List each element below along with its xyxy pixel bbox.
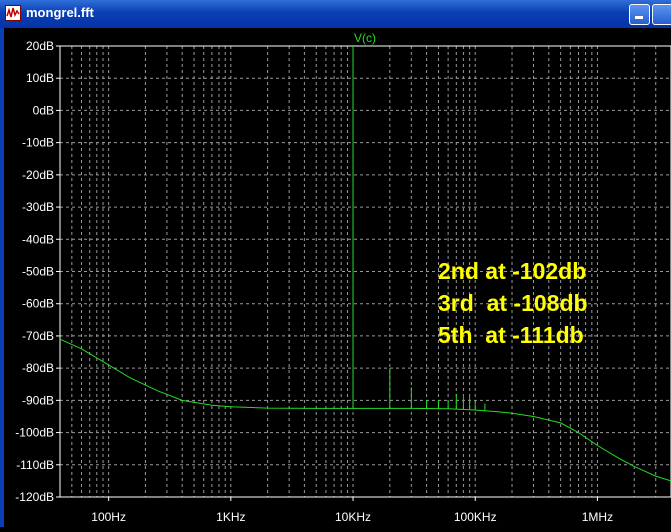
noise-floor-trace xyxy=(59,338,671,482)
y-tick-label: -120dB xyxy=(15,490,54,504)
annotation-5th: 5th at -111db xyxy=(438,322,584,348)
trace-legend[interactable]: V(c) xyxy=(354,31,376,45)
x-tick-label: 100Hz xyxy=(91,510,126,524)
y-tick-label: -40dB xyxy=(22,232,54,246)
waveform-icon xyxy=(5,5,21,21)
y-tick-label: -50dB xyxy=(22,265,54,279)
x-tick-label: 10KHz xyxy=(335,510,371,524)
window-title: mongrel.fft xyxy=(26,5,94,20)
maximize-button[interactable] xyxy=(652,4,671,25)
y-tick-label: -20dB xyxy=(22,168,54,182)
x-tick-label: 1MHz xyxy=(582,510,613,524)
y-tick-label: -80dB xyxy=(22,361,54,375)
y-tick-label: -100dB xyxy=(15,426,54,440)
title-bar: mongrel.fft xyxy=(0,0,671,28)
annotation-3rd: 3rd at -108db xyxy=(438,290,588,316)
x-tick-label: 100KHz xyxy=(454,510,497,524)
y-tick-label: -70dB xyxy=(22,329,54,343)
minimize-icon xyxy=(635,16,643,19)
y-tick-label: 0dB xyxy=(33,103,54,117)
x-tick-label: 1KHz xyxy=(216,510,245,524)
y-tick-label: -10dB xyxy=(22,136,54,150)
fft-chart[interactable]: 20dB 10dB 0dB -10dB -20dB -30dB -40dB -50dB -60d… xyxy=(0,28,671,527)
y-tick-label: -30dB xyxy=(22,200,54,214)
y-tick-label: -60dB xyxy=(22,297,54,311)
y-tick-label: 10dB xyxy=(26,71,54,85)
annotation-2nd: 2nd at -102db xyxy=(438,258,586,284)
minimize-button[interactable] xyxy=(629,4,650,25)
y-tick-label: -110dB xyxy=(16,458,54,472)
fft-plot-pane[interactable]: 20dB 10dB 0dB -10dB -20dB -30dB -40dB -50dB -60d… xyxy=(0,28,671,527)
y-tick-label: 20dB xyxy=(26,39,54,53)
y-tick-label: -90dB xyxy=(22,393,54,407)
